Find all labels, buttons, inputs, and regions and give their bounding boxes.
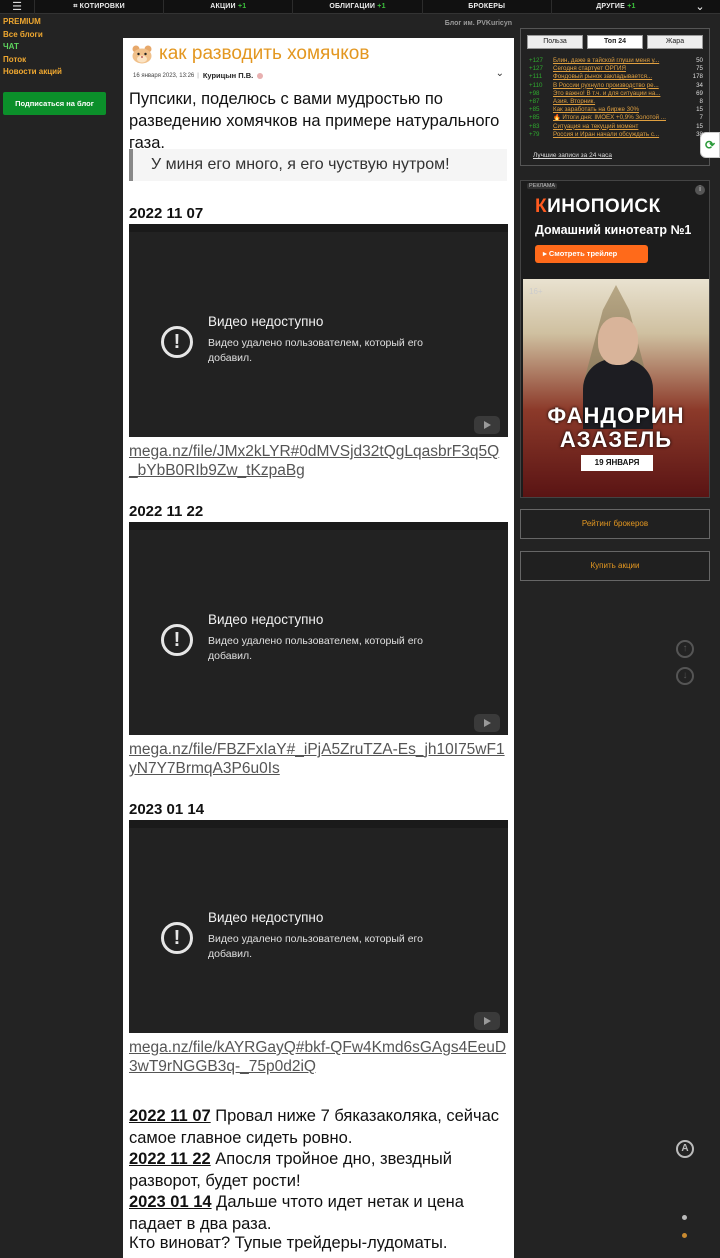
meta-separator: | (197, 72, 199, 79)
nav-bonds[interactable]: ОБЛИГАЦИИ +1 (292, 0, 421, 14)
left-sidebar: PREMIUM Все блоги ЧАТ Поток Новости акци… (0, 16, 122, 79)
list-item[interactable]: +79 Россия и Иран начали обсуждать с... 38 (529, 131, 703, 139)
video-embed[interactable]: ! Видео недоступно Видео удалено пользов… (129, 820, 508, 1033)
nav-brokers[interactable]: БРОКЕРЫ (421, 0, 551, 14)
list-item[interactable]: +127 Сегодня стартует ОРГИЯ 75 (529, 65, 703, 73)
watch-trailer-button[interactable]: ▸ Смотреть трейлер (535, 245, 648, 263)
scroll-up-icon[interactable]: ↑ (676, 640, 694, 658)
hamburger-icon[interactable]: ☰ (0, 0, 34, 14)
article-quote: У миня его много, я его чуствую нутром! (129, 149, 507, 181)
nav-quotes[interactable]: ⌗ КОТИРОВКИ (34, 0, 163, 14)
mega-link[interactable]: mega.nz/file/FBZFxIaY#_iPjA5ZruTZA-Es_jh… (129, 740, 507, 778)
list-item[interactable]: +127 Блин, даже в тайской глуши меня у...… (529, 57, 703, 65)
subscribe-button[interactable]: Подписаться на блог (3, 92, 106, 115)
blog-name[interactable]: Блог им. PVKuriсyn (380, 20, 512, 27)
poster-title-1: ФАНДОРИН (547, 403, 685, 428)
video-embed[interactable]: ! Видео недоступно Видео удалено пользов… (129, 522, 508, 735)
ad-poster[interactable]: 16+ ФАНДОРИН АЗАЗЕЛЬ 19 ЯНВАРЯ (523, 279, 709, 497)
section-date: 2022 11 22 (129, 503, 204, 520)
youtube-icon[interactable] (474, 714, 500, 732)
summary-item: 2022 11 22 Апосля тройное дно, звездный … (129, 1150, 453, 1190)
page-dot[interactable] (682, 1233, 687, 1238)
hamster-icon (132, 45, 152, 64)
page-title: как разводить хомячков (131, 43, 369, 65)
top-posts-tabs: Польза Топ 24 Жара (521, 29, 709, 49)
author-badge-icon (257, 72, 264, 79)
video-title: Видео недоступно (208, 910, 324, 925)
article-closing: Кто виноват? Тупые трейдеры-лудоматы. (129, 1234, 448, 1252)
stocks-badge: +1 (237, 2, 247, 10)
age-rating: 16+ (529, 287, 543, 296)
chevron-down-icon[interactable]: ⌄ (680, 0, 720, 14)
chevron-down-icon[interactable]: ⌄ (496, 68, 504, 79)
poster-title-2: АЗАЗЕЛЬ (559, 427, 673, 452)
list-item[interactable]: +83 Ситуация на текущий момент 15 (529, 123, 703, 131)
article-meta: 16 января 2023, 13:26 | Курицын П.В. (133, 71, 264, 80)
video-title: Видео недоступно (208, 612, 324, 627)
sidebar-item-all-blogs[interactable]: Все блоги (0, 29, 122, 42)
poster-date: 19 ЯНВАРЯ (581, 455, 653, 471)
tab-useful[interactable]: Польза (527, 35, 583, 49)
article-title[interactable]: как разводить хомячков (159, 43, 369, 65)
section-date: 2022 11 07 (129, 205, 204, 222)
page-dot[interactable] (682, 1215, 687, 1220)
alert-icon: ! (161, 326, 193, 358)
other-badge: +1 (627, 2, 636, 10)
list-item[interactable]: +85 Как заработать на бирже 30% 15 (529, 106, 703, 114)
ad-subtitle: Домашний кинотеатр №1 (535, 223, 692, 237)
list-item[interactable]: +87 Азия. Вторник. 8 (529, 98, 703, 106)
video-description: Видео удалено пользователем, который его… (208, 933, 423, 960)
refresh-icon[interactable]: ⟳ (700, 132, 720, 158)
ad-brand: КИНОПОИСК (535, 196, 661, 217)
youtube-icon[interactable] (474, 1012, 500, 1030)
author-link[interactable]: Курицын П.В. (203, 71, 253, 80)
alert-icon: ! (161, 624, 193, 656)
refresh-glyph: ⟳ (705, 138, 716, 152)
sidebar-item-premium[interactable]: PREMIUM (0, 16, 122, 29)
nav-other[interactable]: ДРУГИЕ +1 (550, 0, 680, 14)
section-date: 2023 01 14 (129, 801, 205, 818)
summary-date[interactable]: 2023 01 14 (129, 1193, 212, 1211)
alert-icon: ! (161, 922, 193, 954)
nav-stocks[interactable]: АКЦИИ +1 (163, 0, 292, 14)
tab-top24[interactable]: Топ 24 (587, 35, 643, 49)
top-nav-links: ⌗ КОТИРОВКИ АКЦИИ +1 ОБЛИГАЦИИ +1 БРОКЕР… (34, 0, 680, 14)
summary-item: 2023 01 14 Дальше чтото идет нетак и цен… (129, 1193, 464, 1233)
article-intro: Пупсики, поделюсь с вами мудростью по ра… (129, 90, 500, 152)
list-item[interactable]: +110 В России рухнуло производство ре... 3… (529, 82, 703, 90)
info-icon[interactable]: i (695, 185, 705, 195)
video-embed[interactable]: ! Видео недоступно Видео удалено пользов… (129, 224, 508, 437)
list-item[interactable]: +98 Это важно! В т.ч. и для ситуации на..… (529, 90, 703, 98)
mega-link[interactable]: mega.nz/file/JMx2kLYR#0dMVSjd32tQgLqasbr… (129, 442, 507, 480)
top-posts-panel: Польза Топ 24 Жара +127 Блин, даже в тайс… (520, 28, 710, 166)
scroll-down-icon[interactable]: ↓ (676, 667, 694, 685)
advertisement[interactable]: РЕКЛАМА i КИНОПОИСК Домашний кинотеатр №… (520, 180, 710, 498)
sidebar-item-stock-news[interactable]: Новости акций (0, 66, 122, 79)
article-date: 16 января 2023, 13:26 (133, 72, 195, 79)
summary-date[interactable]: 2022 11 07 (129, 1107, 211, 1125)
video-description: Видео удалено пользователем, который его… (208, 337, 423, 364)
article-summary: 2022 11 07 Провал ниже 7 бяказаколяка, с… (129, 1106, 504, 1235)
ad-label: РЕКЛАМА (527, 183, 558, 189)
tab-hot[interactable]: Жара (647, 35, 703, 49)
top-posts-list: +127 Блин, даже в тайской глуши меня у...… (521, 49, 709, 139)
buy-stocks-button[interactable]: Купить акции (520, 551, 710, 581)
sidebar-item-chat[interactable]: ЧАТ (0, 41, 122, 54)
accessibility-icon[interactable]: A (676, 1140, 694, 1158)
article: как разводить хомячков 16 января 2023, 1… (123, 38, 514, 1258)
broker-rating-button[interactable]: Рейтинг брокеров (520, 509, 710, 539)
poster-face (598, 317, 638, 365)
summary-date[interactable]: 2022 11 22 (129, 1150, 211, 1168)
video-description: Видео удалено пользователем, который его… (208, 635, 423, 662)
mega-link[interactable]: mega.nz/file/kAYRGayQ#bkf-QFw4Kmd6sGAgs4… (129, 1038, 507, 1076)
youtube-icon[interactable] (474, 416, 500, 434)
list-item[interactable]: +85 🔥 Итоги дня: IMOEX +0,9% Золотой ... 7 (529, 114, 703, 122)
best-posts-link[interactable]: Лучшие записи за 24 часа (533, 152, 612, 159)
list-item[interactable]: +111 Фондовый рынок закладывается... 178 (529, 73, 703, 81)
top-navbar: ☰ ⌗ КОТИРОВКИ АКЦИИ +1 ОБЛИГАЦИИ +1 БРОК… (0, 0, 720, 14)
video-title: Видео недоступно (208, 314, 324, 329)
sidebar-item-flow[interactable]: Поток (0, 54, 122, 67)
summary-item: 2022 11 07 Провал ниже 7 бяказаколяка, с… (129, 1107, 500, 1147)
bonds-badge: +1 (377, 2, 386, 10)
